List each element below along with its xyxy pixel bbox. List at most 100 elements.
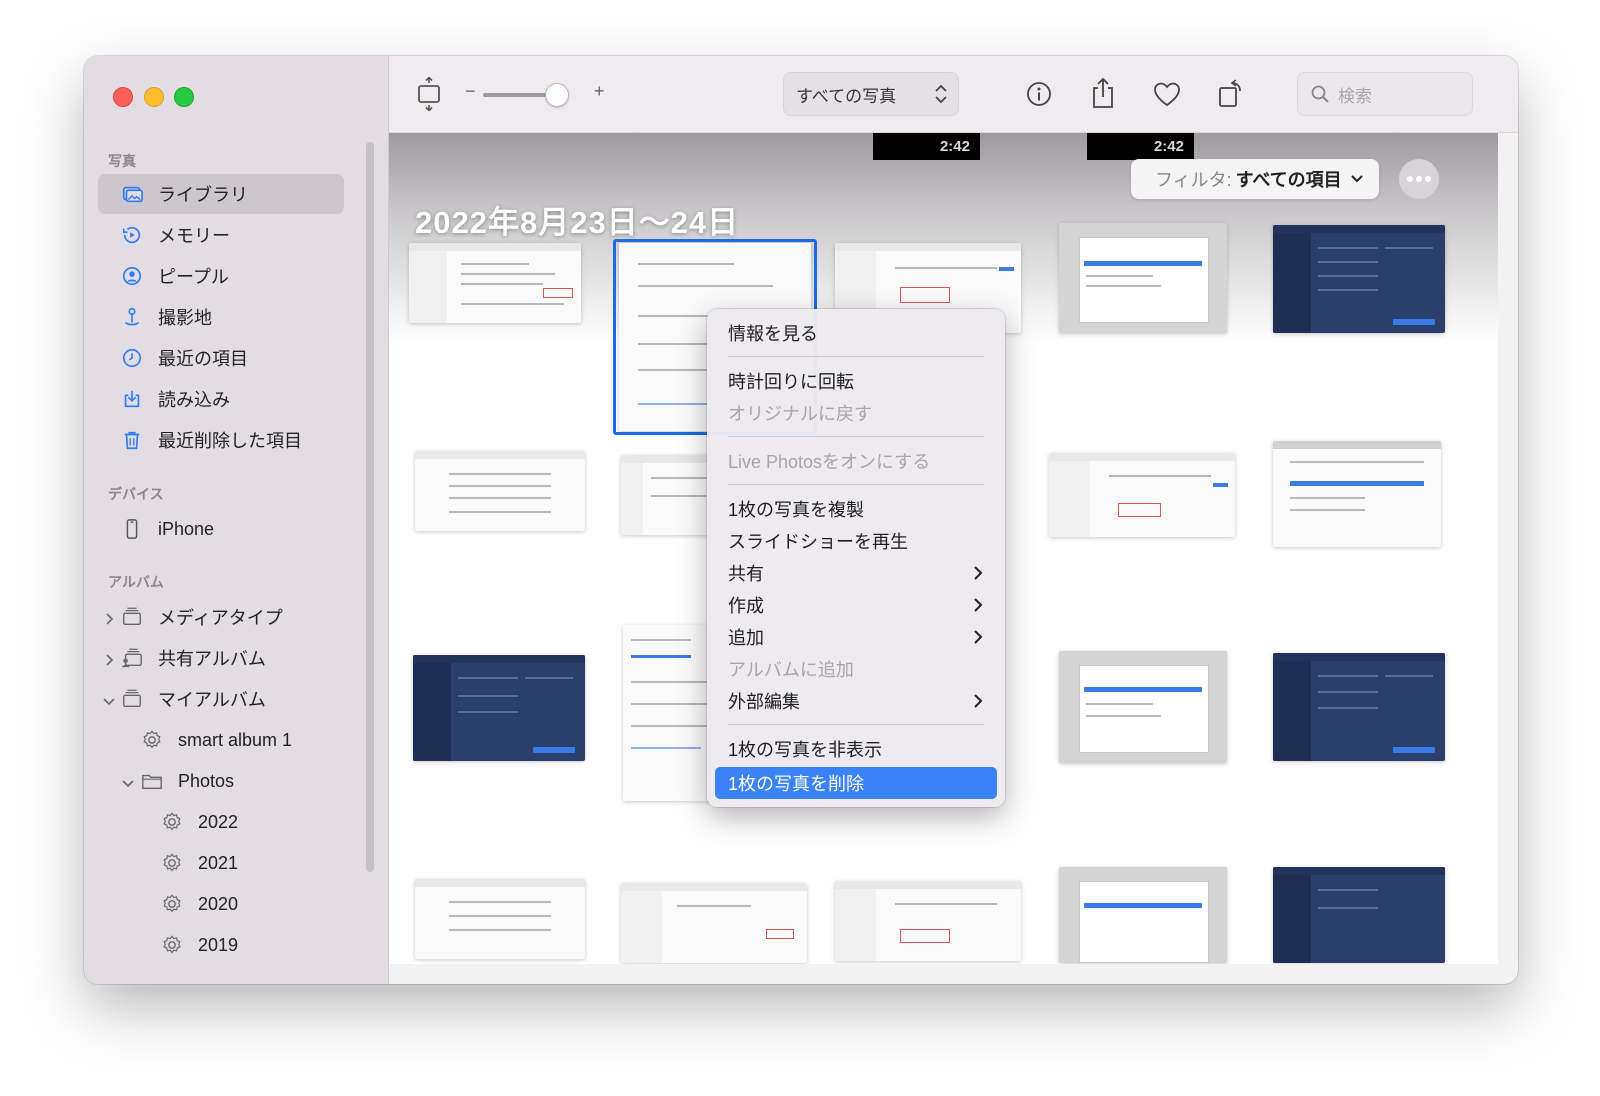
- shared-album-icon: [120, 646, 144, 670]
- zoom-slider-knob[interactable]: [545, 83, 569, 107]
- menu-item-revert-to-original: オリジナルに戻す: [728, 404, 872, 424]
- menu-item-slideshow[interactable]: スライドショーを再生: [715, 525, 997, 557]
- sidebar-item-2020[interactable]: 2020: [138, 884, 344, 924]
- chevron-down-icon: [1350, 175, 1363, 183]
- photo-thumbnail[interactable]: [1273, 867, 1445, 963]
- places-icon: [120, 305, 144, 329]
- menu-item-get-info[interactable]: 情報を見る: [715, 317, 997, 349]
- updown-chevron-icon: [935, 84, 947, 104]
- chevron-right-icon: [974, 630, 983, 644]
- menu-item-add[interactable]: 追加: [715, 621, 997, 653]
- people-icon: [120, 264, 144, 288]
- share-button[interactable]: [1085, 74, 1121, 112]
- photo-thumbnail[interactable]: [1273, 441, 1441, 547]
- zoom-minus-label[interactable]: −: [465, 81, 476, 102]
- smart-album-icon: [160, 933, 184, 957]
- view-popup-label: すべての写真: [796, 86, 897, 106]
- library-icon: [120, 182, 144, 206]
- menu-item-edit-with[interactable]: 外部編集: [715, 685, 997, 717]
- sidebar-item-imports[interactable]: 読み込み: [98, 379, 344, 419]
- photo-thumbnail[interactable]: [415, 451, 585, 531]
- sidebar-item-2021[interactable]: 2021: [138, 843, 344, 883]
- filter-value: すべての項目: [1235, 170, 1342, 190]
- minimize-window-button[interactable]: [144, 87, 164, 107]
- photo-thumbnail[interactable]: [835, 881, 1021, 961]
- filter-label: フィルタ:: [1155, 170, 1232, 190]
- photo-thumbnail[interactable]: [1273, 653, 1445, 761]
- menu-item-add-to-album: アルバムに追加: [728, 660, 854, 680]
- aspect-ratio-icon: [418, 77, 440, 111]
- photo-thumbnail[interactable]: [621, 883, 807, 963]
- menu-item-duplicate[interactable]: 1枚の写真を複製: [715, 493, 997, 525]
- sidebar-item-2019[interactable]: 2019: [138, 925, 344, 965]
- view-popup-button[interactable]: すべての写真: [783, 72, 959, 116]
- zoom-window-button[interactable]: [174, 87, 194, 107]
- more-options-button[interactable]: [1399, 159, 1439, 199]
- aspect-toggle-button[interactable]: [413, 76, 445, 112]
- photo-thumbnail[interactable]: [1059, 867, 1227, 963]
- menu-separator: [728, 724, 984, 725]
- sidebar-item-label: 2019: [198, 934, 239, 955]
- smart-album-icon: [160, 892, 184, 916]
- menu-item-create[interactable]: 作成: [715, 589, 997, 621]
- ellipsis-icon: [1407, 176, 1431, 182]
- search-field[interactable]: 検索: [1297, 72, 1473, 116]
- chevron-right-icon: [974, 598, 983, 612]
- sidebar-item-library[interactable]: ライブラリ: [98, 174, 344, 214]
- rotate-icon: [1219, 79, 1241, 107]
- date-heading: 2022年8月23日〜24日: [415, 205, 740, 240]
- menu-item-share[interactable]: 共有: [715, 557, 997, 589]
- sidebar-item-media-types[interactable]: メディアタイプ: [98, 597, 344, 637]
- filter-button[interactable]: フィルタ: すべての項目: [1131, 159, 1379, 199]
- photo-thumbnail[interactable]: [1059, 651, 1227, 763]
- close-window-button[interactable]: [113, 87, 133, 107]
- iphone-icon: [120, 517, 144, 541]
- sidebar-item-photos-folder[interactable]: Photos: [118, 761, 344, 801]
- photo-thumbnail[interactable]: [415, 879, 585, 959]
- search-placeholder: 検索: [1338, 86, 1372, 106]
- sidebar-item-my-albums[interactable]: マイアルバム: [98, 679, 344, 719]
- sidebar-item-2022[interactable]: 2022: [138, 802, 344, 842]
- sidebar-item-label: smart album 1: [178, 729, 293, 750]
- sidebar-item-recently-deleted[interactable]: 最近削除した項目: [98, 420, 344, 460]
- smart-album-icon: [160, 851, 184, 875]
- info-icon: [1027, 82, 1051, 106]
- menu-item-turn-on-live-photos: Live Photosをオンにする: [728, 452, 931, 472]
- sidebar-item-label: 最近の項目: [158, 349, 248, 369]
- zoom-plus-label[interactable]: +: [594, 81, 605, 102]
- photo-thumbnail[interactable]: [409, 243, 581, 323]
- info-button[interactable]: [1021, 76, 1057, 112]
- sidebar-scrollbar[interactable]: [366, 142, 374, 872]
- photo-thumbnail[interactable]: [413, 655, 585, 761]
- photo-thumbnail[interactable]: [1059, 223, 1227, 333]
- menu-item-hide-photo[interactable]: 1枚の写真を非表示: [715, 733, 997, 765]
- folder-stack-icon: [120, 605, 144, 629]
- sidebar-item-recents[interactable]: 最近の項目: [98, 338, 344, 378]
- heart-icon: [1154, 82, 1180, 107]
- sidebar-item-places[interactable]: 撮影地: [98, 297, 344, 337]
- sidebar-item-iphone[interactable]: iPhone: [98, 509, 344, 549]
- photo-thumbnail[interactable]: [1273, 225, 1445, 333]
- folder-icon: [140, 769, 164, 793]
- menu-item-rotate-clockwise[interactable]: 時計回りに回転: [715, 365, 997, 397]
- sidebar-section-devices: デバイス: [108, 486, 164, 502]
- sidebar-item-label: マイアルバム: [158, 690, 266, 710]
- chevron-right-icon: [974, 566, 983, 580]
- sidebar-item-label: 2022: [198, 811, 239, 832]
- memories-icon: [120, 223, 144, 247]
- photo-thumbnail[interactable]: [1049, 453, 1235, 537]
- menu-item-delete-photo[interactable]: 1枚の写真を削除: [715, 767, 997, 799]
- sidebar-section-photos: 写真: [108, 153, 136, 169]
- favorite-button[interactable]: [1149, 76, 1185, 112]
- sidebar-item-people[interactable]: ピープル: [98, 256, 344, 296]
- sidebar-item-memories[interactable]: メモリー: [98, 215, 344, 255]
- menu-separator: [728, 484, 984, 485]
- zoom-slider-track[interactable]: [483, 93, 553, 97]
- rotate-button[interactable]: [1213, 74, 1249, 112]
- photo-thumbnail[interactable]: [621, 455, 721, 535]
- sidebar-item-label: 読み込み: [158, 390, 230, 410]
- smart-album-icon: [160, 810, 184, 834]
- sidebar-item-smart-album-1[interactable]: smart album 1: [118, 720, 344, 760]
- sidebar-item-shared-albums[interactable]: 共有アルバム: [98, 638, 344, 678]
- sidebar-item-label: メディアタイプ: [158, 608, 283, 628]
